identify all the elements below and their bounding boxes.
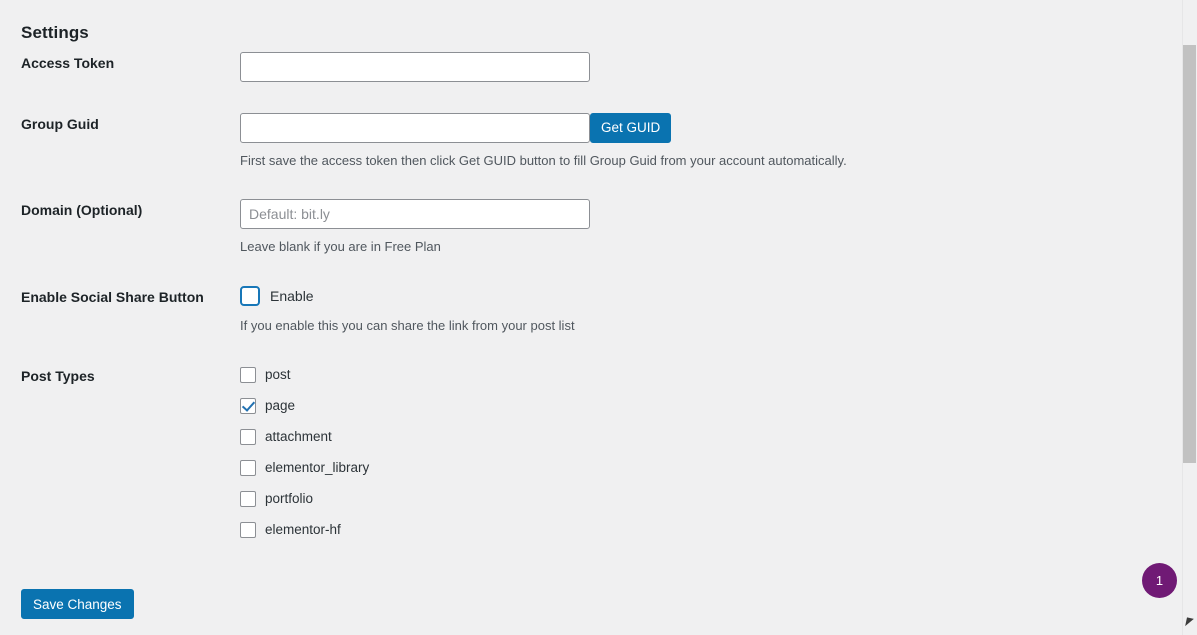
post-type-option-elementor-hf[interactable]: elementor-hf — [240, 519, 1180, 542]
domain-label: Domain (Optional) — [0, 199, 240, 221]
social-share-label: Enable Social Share Button — [0, 284, 240, 308]
post-type-checkbox-page[interactable] — [240, 398, 256, 414]
post-type-option-elementor-library[interactable]: elementor_library — [240, 457, 1180, 480]
save-changes-button[interactable]: Save Changes — [21, 589, 134, 619]
group-guid-input-group: Get GUID — [240, 113, 1180, 143]
access-token-field-wrap — [240, 52, 1180, 82]
notification-badge-count: 1 — [1156, 573, 1163, 588]
social-share-field-wrap: Enable If you enable this you can share … — [240, 284, 1180, 336]
post-type-option-post[interactable]: post — [240, 364, 1180, 387]
form-row-post-types: Post Types post page attachment elemento… — [0, 364, 1180, 542]
post-type-label-portfolio[interactable]: portfolio — [265, 492, 313, 506]
group-guid-label: Group Guid — [0, 113, 240, 135]
domain-field-wrap: Leave blank if you are in Free Plan — [240, 199, 1180, 257]
settings-page: Settings Access Token Group Guid Get GUI… — [0, 0, 1197, 635]
post-type-checkbox-elementor-library[interactable] — [240, 460, 256, 476]
access-token-label: Access Token — [0, 52, 240, 74]
post-type-checkbox-attachment[interactable] — [240, 429, 256, 445]
access-token-input[interactable] — [240, 52, 590, 82]
form-row-domain: Domain (Optional) Leave blank if you are… — [0, 199, 1180, 257]
post-type-option-page[interactable]: page — [240, 395, 1180, 418]
vertical-scrollbar-track[interactable] — [1182, 0, 1197, 635]
settings-form: Access Token Group Guid Get GUID First s… — [0, 52, 1180, 542]
group-guid-field-wrap: Get GUID First save the access token the… — [240, 113, 1180, 171]
social-share-checkbox-row[interactable]: Enable — [240, 284, 1180, 308]
notification-badge[interactable]: 1 — [1142, 563, 1177, 598]
domain-input[interactable] — [240, 199, 590, 229]
page-title: Settings — [21, 22, 89, 44]
social-share-checkbox-label[interactable]: Enable — [270, 289, 314, 303]
group-guid-description: First save the access token then click G… — [240, 151, 1180, 171]
form-row-social-share: Enable Social Share Button Enable If you… — [0, 284, 1180, 336]
social-share-checkbox[interactable] — [240, 286, 260, 306]
post-type-label-elementor-library[interactable]: elementor_library — [265, 461, 369, 475]
form-row-access-token: Access Token — [0, 52, 1180, 82]
domain-description: Leave blank if you are in Free Plan — [240, 237, 1180, 257]
group-guid-input[interactable] — [240, 113, 590, 143]
post-types-label: Post Types — [0, 364, 240, 387]
post-type-option-attachment[interactable]: attachment — [240, 426, 1180, 449]
post-type-label-elementor-hf[interactable]: elementor-hf — [265, 523, 341, 537]
post-type-label-post[interactable]: post — [265, 368, 291, 382]
post-type-checkbox-portfolio[interactable] — [240, 491, 256, 507]
form-row-group-guid: Group Guid Get GUID First save the acces… — [0, 113, 1180, 171]
social-share-description: If you enable this you can share the lin… — [240, 316, 1180, 336]
get-guid-button[interactable]: Get GUID — [590, 113, 671, 143]
post-type-label-attachment[interactable]: attachment — [265, 430, 332, 444]
post-type-option-portfolio[interactable]: portfolio — [240, 488, 1180, 511]
post-type-label-page[interactable]: page — [265, 399, 295, 413]
post-type-checkbox-elementor-hf[interactable] — [240, 522, 256, 538]
post-types-field-wrap: post page attachment elementor_library p — [240, 364, 1180, 542]
post-type-checkbox-post[interactable] — [240, 367, 256, 383]
vertical-scrollbar-thumb[interactable] — [1183, 45, 1196, 463]
